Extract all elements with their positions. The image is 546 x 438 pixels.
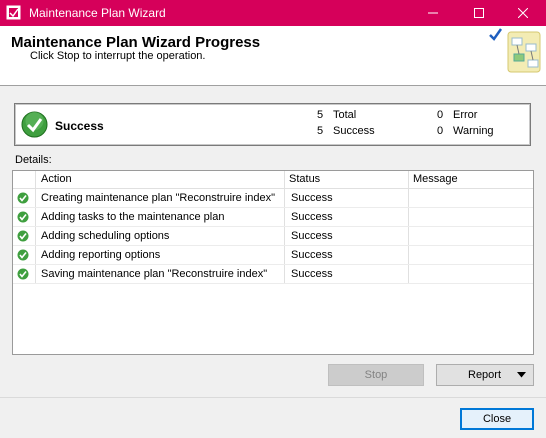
table-row[interactable]: Saving maintenance plan "Reconstruire in… (13, 265, 533, 284)
wizard-header: Maintenance Plan Wizard Progress Click S… (0, 26, 546, 86)
row-action: Adding reporting options (41, 249, 161, 261)
warning-label: Warning (453, 125, 494, 137)
status-summary-panel: Success 5 Total 5 Success 0 Error 0 Warn… (14, 103, 531, 146)
row-status: Success (291, 268, 333, 280)
error-label: Error (453, 109, 478, 121)
success-icon (17, 268, 29, 280)
total-label: Total (333, 109, 357, 121)
overall-status: Success (55, 119, 104, 133)
page-subtitle: Click Stop to interrupt the operation. (30, 50, 206, 62)
details-label: Details: (15, 154, 52, 166)
close-icon (518, 8, 528, 18)
dropdown-arrow-icon (517, 372, 526, 378)
row-status: Success (291, 192, 333, 204)
table-row[interactable]: Adding tasks to the maintenance plan Suc… (13, 208, 533, 227)
wizard-graphic-icon (489, 28, 541, 73)
table-row[interactable]: Adding scheduling options Success (13, 227, 533, 246)
stop-button[interactable]: Stop (328, 364, 424, 386)
maximize-icon (474, 8, 484, 18)
maximize-button[interactable] (456, 0, 502, 26)
success-check-icon (21, 111, 48, 138)
row-action: Creating maintenance plan "Reconstruire … (41, 192, 276, 204)
row-status: Success (291, 249, 333, 261)
close-window-button[interactable] (500, 0, 546, 26)
row-action: Adding scheduling options (41, 230, 170, 242)
table-row[interactable]: Creating maintenance plan "Reconstruire … (13, 189, 533, 208)
title-bar[interactable]: Maintenance Plan Wizard (0, 0, 546, 26)
wizard-app-icon (6, 5, 21, 20)
footer-separator (0, 397, 546, 398)
total-count: 5 (317, 109, 324, 121)
minimize-icon (428, 12, 438, 14)
success-icon (17, 249, 29, 261)
minimize-button[interactable] (410, 0, 456, 26)
column-header-status[interactable]: Status (289, 173, 320, 185)
details-table[interactable]: Action Status Message Creating maintenan… (12, 170, 534, 355)
success-icon (17, 230, 29, 242)
error-count: 0 (437, 109, 444, 121)
success-icon (17, 192, 29, 204)
success-label: Success (333, 125, 375, 137)
column-header-message[interactable]: Message (413, 173, 458, 185)
report-button-label: Report (468, 369, 502, 381)
row-action: Adding tasks to the maintenance plan (41, 211, 225, 223)
table-row[interactable]: Adding reporting options Success (13, 246, 533, 265)
row-status: Success (291, 230, 333, 242)
warning-count: 0 (437, 125, 444, 137)
column-header-action[interactable]: Action (41, 173, 72, 185)
table-header: Action Status Message (13, 171, 533, 189)
row-status: Success (291, 211, 333, 223)
success-count: 5 (317, 125, 324, 137)
close-button[interactable]: Close (460, 408, 534, 430)
success-icon (17, 211, 29, 223)
window-title: Maintenance Plan Wizard (29, 6, 166, 20)
report-button[interactable]: Report (436, 364, 534, 386)
page-title: Maintenance Plan Wizard Progress (11, 34, 261, 51)
row-action: Saving maintenance plan "Reconstruire in… (41, 268, 268, 280)
